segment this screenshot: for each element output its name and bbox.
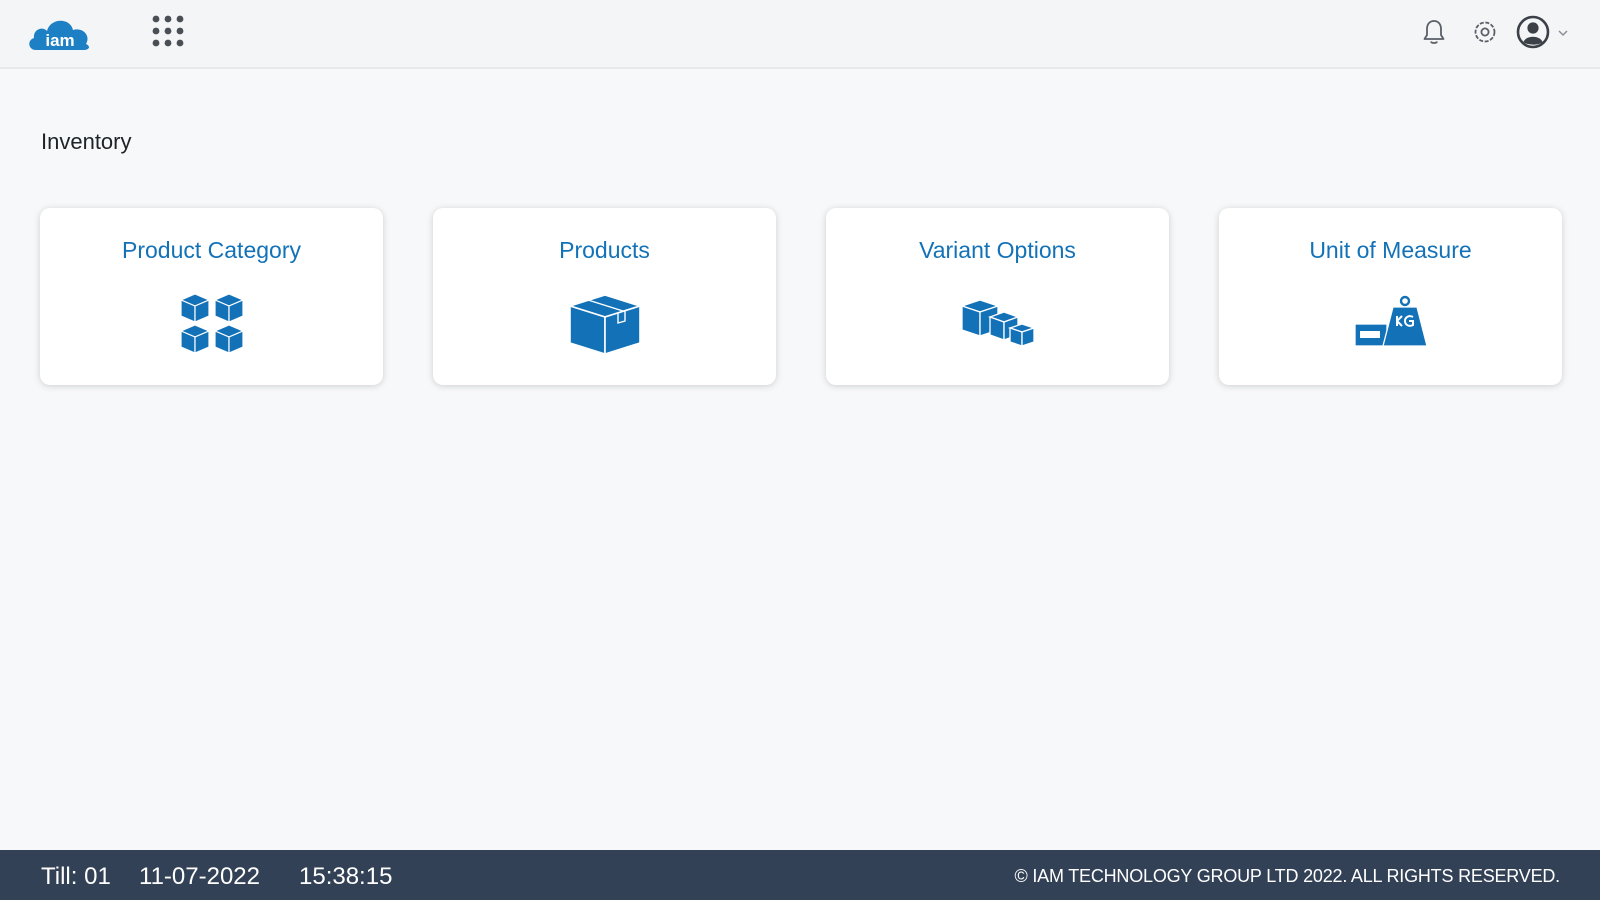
logo-text: iam [45,31,74,50]
cloud-logo-icon: iam [29,20,90,50]
card-title: Unit of Measure [1309,237,1472,263]
chevron-down-icon [1558,30,1568,37]
card-products[interactable]: Products [433,208,776,385]
card-title: Products [559,237,650,263]
top-bar: iam [0,0,1600,69]
card-product-category[interactable]: Product Category [40,208,383,385]
page-title: Inventory [41,129,132,154]
profile-menu-button[interactable] [1516,15,1574,49]
boxes-stack-icon [956,292,1040,356]
boxes-grid-icon [170,292,254,356]
bell-icon [1423,20,1445,44]
card-unit-of-measure[interactable]: Unit of Measure [1219,208,1562,385]
iam-logo[interactable]: iam [26,12,94,54]
card-title: Variant Options [919,237,1076,263]
current-time: 15:38:15 [299,863,393,890]
user-circle-icon [1516,15,1550,49]
inventory-cards: Product Category Products Variant Option… [40,208,1562,386]
card-title: Product Category [122,237,301,263]
notifications-button[interactable] [1418,16,1450,48]
apps-menu-button[interactable] [150,13,194,57]
gear-icon [1474,21,1496,43]
apps-grid-icon [152,15,184,47]
settings-button[interactable] [1469,16,1501,48]
status-footer: Till: 01 11-07-2022 15:38:15 © IAM TECHN… [0,850,1600,900]
box-icon [563,292,647,356]
current-date: 11-07-2022 [139,863,260,890]
card-variant-options[interactable]: Variant Options [826,208,1169,385]
till-number: Till: 01 [41,863,111,890]
copyright-text: © IAM TECHNOLOGY GROUP LTD 2022. ALL RIG… [1014,866,1560,886]
weight-kg-icon [1349,292,1433,356]
